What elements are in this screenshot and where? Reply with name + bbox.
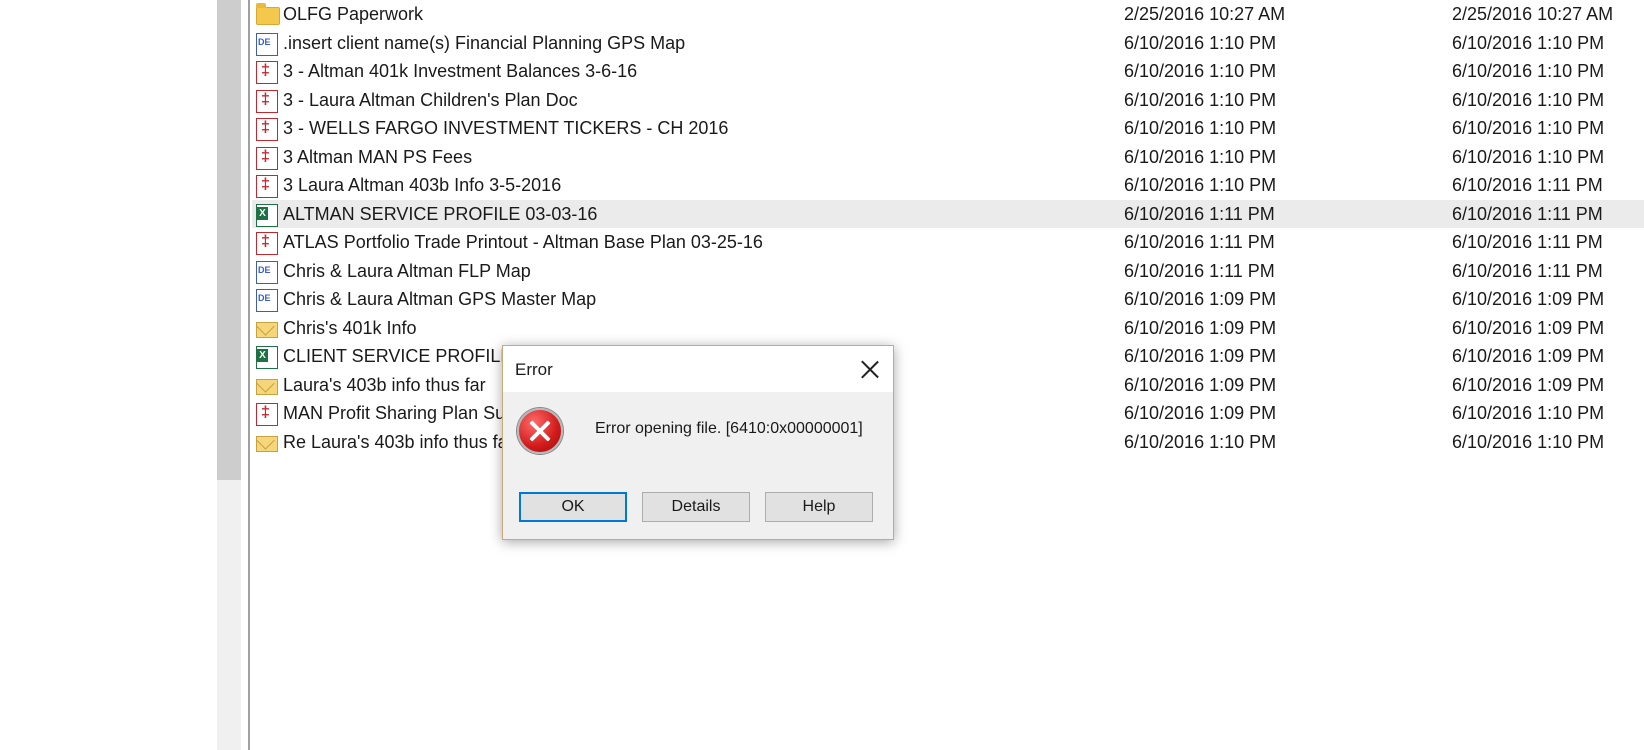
pane-divider[interactable]	[248, 0, 250, 750]
file-name: 3 - Altman 401k Investment Balances 3-6-…	[283, 61, 638, 81]
date-created: 6/10/2016 1:09 PM	[1452, 317, 1605, 338]
mindmap-doc-icon	[256, 289, 278, 312]
mindmap-doc-icon	[256, 32, 278, 56]
mail-icon	[256, 321, 278, 338]
file-row[interactable]: ALTMAN SERVICE PROFILE 03-03-16 6/10/2016…	[252, 199, 1644, 228]
mindmap-doc-icon	[256, 260, 278, 284]
date-created: 6/10/2016 1:10 PM	[1452, 32, 1605, 53]
scrollbar-thumb[interactable]	[217, 0, 241, 480]
pdf-icon	[256, 232, 278, 255]
file-name: Chris & Laura Altman FLP Map	[283, 260, 531, 281]
file-name: .insert client name(s) Financial Plannin…	[283, 32, 686, 53]
date-modified: 6/10/2016 1:10 PM	[1124, 175, 1277, 195]
file-row[interactable]: Laura's 403b info thus far 6/10/2016 1:09…	[252, 371, 1644, 400]
error-icon	[517, 408, 563, 454]
date-created: 6/10/2016 1:09 PM	[1452, 289, 1605, 309]
date-modified: 6/10/2016 1:10 PM	[1124, 146, 1277, 167]
date-created: 6/10/2016 1:10 PM	[1452, 431, 1605, 452]
dialog-title-bar: Error	[503, 346, 893, 392]
pdf-icon	[256, 146, 278, 170]
file-row[interactable]: Chris's 401k Info 6/10/2016 1:09 PM 6/10/2…	[252, 314, 1644, 343]
date-created: 6/10/2016 1:11 PM	[1452, 203, 1603, 224]
file-name: 3 - Laura Altman Children's Plan Doc	[283, 89, 578, 110]
date-created: 6/10/2016 1:10 PM	[1452, 61, 1605, 81]
date-modified: 6/10/2016 1:09 PM	[1124, 317, 1277, 338]
file-name: Re Laura's 403b info thus fa	[283, 431, 508, 452]
ok-button[interactable]: OK	[519, 492, 627, 522]
pdf-icon	[256, 403, 278, 426]
date-created: 6/10/2016 1:11 PM	[1452, 260, 1603, 281]
date-created: 2/25/2016 10:27 AM	[1452, 4, 1614, 24]
date-modified: 6/10/2016 1:10 PM	[1124, 118, 1277, 138]
date-modified: 6/10/2016 1:10 PM	[1124, 89, 1277, 110]
date-modified: 6/10/2016 1:09 PM	[1124, 403, 1277, 423]
date-created: 6/10/2016 1:11 PM	[1452, 175, 1603, 195]
file-row[interactable]: 3 - Laura Altman Children's Plan Doc 6/10…	[252, 86, 1644, 115]
date-modified: 6/10/2016 1:09 PM	[1124, 346, 1277, 366]
file-list: OLFG Paperwork 2/25/2016 10:27 AM 2/25/201…	[252, 0, 1644, 456]
file-name: Chris's 401k Info	[283, 317, 417, 338]
file-row[interactable]: 3 - WELLS FARGO INVESTMENT TICKERS - CH …	[252, 114, 1644, 143]
date-created: 6/10/2016 1:09 PM	[1452, 346, 1605, 366]
file-name: 3 - WELLS FARGO INVESTMENT TICKERS - CH …	[283, 118, 729, 138]
file-row[interactable]: .insert client name(s) Financial Plannin…	[252, 29, 1644, 58]
file-row[interactable]: Chris & Laura Altman GPS Master Map 6/10/…	[252, 285, 1644, 314]
dialog-message: Error opening file. [6410:0x00000001]	[595, 420, 863, 437]
excel-icon	[256, 203, 278, 227]
file-row[interactable]: 3 - Altman 401k Investment Balances 3-6-…	[252, 57, 1644, 86]
details-button[interactable]: Details	[642, 492, 750, 522]
file-name: OLFG Paperwork	[283, 4, 424, 24]
help-button[interactable]: Help	[765, 492, 873, 522]
date-created: 6/10/2016 1:10 PM	[1452, 118, 1605, 138]
file-name: Chris & Laura Altman GPS Master Map	[283, 289, 597, 309]
pdf-icon	[256, 89, 278, 113]
left-scrollbar[interactable]	[217, 0, 241, 750]
file-row[interactable]: CLIENT SERVICE PROFILE M 6/10/2016 1:09 P…	[252, 342, 1644, 371]
file-row[interactable]: 3 Altman MAN PS Fees 6/10/2016 1:10 PM 6/1…	[252, 143, 1644, 172]
dialog-title: Error	[515, 360, 553, 379]
file-name: ATLAS Portfolio Trade Printout - Altman …	[283, 232, 763, 252]
file-name: Laura's 403b info thus far	[283, 374, 486, 395]
close-icon[interactable]	[859, 358, 881, 380]
error-dialog: Error Error opening file. [6410:0x000000…	[502, 345, 894, 540]
date-modified: 6/10/2016 1:09 PM	[1124, 289, 1277, 309]
file-row[interactable]: MAN Profit Sharing Plan Su 6/10/2016 1:09…	[252, 399, 1644, 428]
pdf-icon	[256, 118, 278, 141]
date-modified: 6/10/2016 1:10 PM	[1124, 431, 1277, 452]
date-modified: 6/10/2016 1:10 PM	[1124, 61, 1277, 81]
date-created: 6/10/2016 1:10 PM	[1452, 403, 1605, 423]
mail-icon	[256, 435, 278, 452]
date-modified: 6/10/2016 1:11 PM	[1124, 203, 1275, 224]
date-created: 6/10/2016 1:10 PM	[1452, 146, 1605, 167]
file-row[interactable]: ATLAS Portfolio Trade Printout - Altman …	[252, 228, 1644, 257]
date-created: 6/10/2016 1:09 PM	[1452, 374, 1605, 395]
file-row[interactable]: Re Laura's 403b info thus fa 6/10/2016 1:…	[252, 428, 1644, 457]
file-name: ALTMAN SERVICE PROFILE 03-03-16	[283, 203, 598, 224]
date-modified: 6/10/2016 1:10 PM	[1124, 32, 1277, 53]
date-modified: 6/10/2016 1:11 PM	[1124, 232, 1275, 252]
pdf-icon	[256, 61, 278, 84]
date-modified: 2/25/2016 10:27 AM	[1124, 4, 1286, 24]
mail-icon	[256, 378, 278, 395]
date-modified: 6/10/2016 1:11 PM	[1124, 260, 1275, 281]
excel-icon	[256, 346, 278, 369]
date-created: 6/10/2016 1:10 PM	[1452, 89, 1605, 110]
folder-icon	[256, 3, 280, 25]
file-name: 3 Altman MAN PS Fees	[283, 146, 473, 167]
file-name: CLIENT SERVICE PROFILE M	[283, 346, 533, 366]
file-name: 3 Laura Altman 403b Info 3-5-2016	[283, 175, 562, 195]
file-name: MAN Profit Sharing Plan Su	[283, 403, 506, 423]
file-row[interactable]: OLFG Paperwork 2/25/2016 10:27 AM 2/25/201…	[252, 0, 1644, 29]
date-modified: 6/10/2016 1:09 PM	[1124, 374, 1277, 395]
pdf-icon	[256, 175, 278, 198]
file-row[interactable]: Chris & Laura Altman FLP Map 6/10/2016 1:…	[252, 257, 1644, 286]
file-row[interactable]: 3 Laura Altman 403b Info 3-5-2016 6/10/20…	[252, 171, 1644, 200]
date-created: 6/10/2016 1:11 PM	[1452, 232, 1603, 252]
